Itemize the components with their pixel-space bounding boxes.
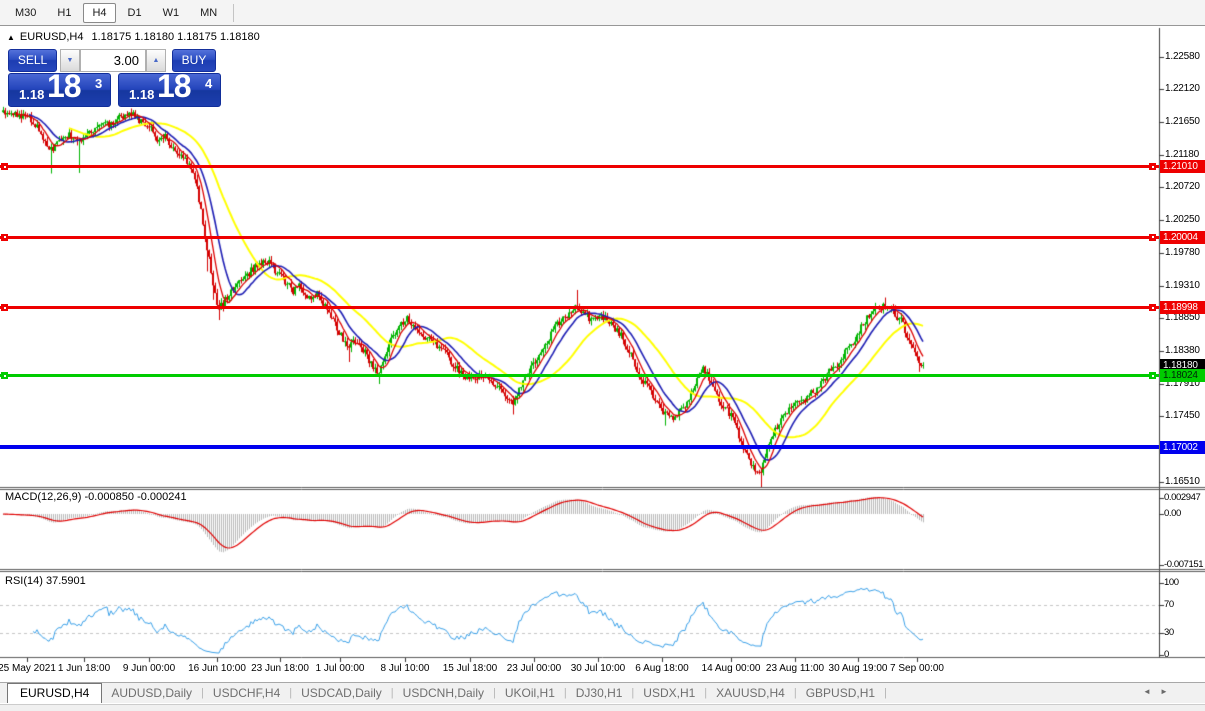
price-axis-tick: 1.17450: [1165, 410, 1200, 422]
time-axis-label: 30 Jul 10:00: [571, 663, 626, 674]
chart-tab-eurusd-h4[interactable]: EURUSD,H4: [7, 683, 102, 703]
toolbar-divider: [233, 4, 234, 22]
chart-ohlc-values: 1.18175 1.18180 1.18175 1.18180: [92, 31, 260, 43]
time-axis-label: 1 Jun 18:00: [58, 663, 110, 674]
time-axis-label: 8 Jul 10:00: [381, 663, 430, 674]
time-axis-label: 14 Aug 00:00: [702, 663, 761, 674]
horizontal-line-1-20004[interactable]: [0, 236, 1159, 239]
time-axis-label: 7 Sep 00:00: [890, 663, 944, 674]
timeframe-button-mn[interactable]: MN: [191, 3, 226, 23]
chart-tab-dj30-h1[interactable]: DJ30,H1: [567, 683, 632, 703]
timeframe-button-h1[interactable]: H1: [48, 3, 80, 23]
rsi-axis-label: 0: [1164, 649, 1169, 661]
line-handle[interactable]: [1, 304, 8, 311]
chart-tab-usdx-h1[interactable]: USDX,H1: [634, 683, 704, 703]
price-axis-tick: 1.21650: [1165, 116, 1200, 128]
chart-tab-usdcad-daily[interactable]: USDCAD,Daily: [292, 683, 391, 703]
timeframe-button-w1[interactable]: W1: [154, 3, 189, 23]
line-handle[interactable]: [1, 163, 8, 170]
horizontal-line-1-17002[interactable]: [0, 445, 1159, 449]
timeframe-button-m30[interactable]: M30: [6, 3, 45, 23]
time-axis-label: 23 Aug 11:00: [766, 663, 824, 674]
time-axis-label: 23 Jun 18:00: [251, 663, 309, 674]
price-line-tag: 1.21010: [1160, 160, 1205, 173]
sell-price-box[interactable]: 1.18 18 3: [8, 73, 111, 107]
chart-tab-gbpusd-h1[interactable]: GBPUSD,H1: [797, 683, 884, 703]
sell-price-pip: 3: [95, 76, 102, 91]
price-line-tag: 1.18024: [1160, 369, 1205, 382]
macd-axis-label: 0.00: [1164, 508, 1181, 520]
timeframe-toolbar: M30H1H4D1W1MN: [0, 0, 1205, 26]
chart-tab-usdcnh-daily[interactable]: USDCNH,Daily: [394, 683, 493, 703]
price-axis-tick: 1.20720: [1165, 181, 1200, 193]
price-axis-tick: 1.20250: [1165, 214, 1200, 226]
price-axis-tick: 1.22120: [1165, 83, 1200, 95]
rsi-axis-label: 30: [1164, 627, 1174, 639]
horizontal-line-1-18024[interactable]: [0, 374, 1159, 377]
line-handle[interactable]: [1149, 163, 1156, 170]
collapse-arrow-icon[interactable]: ▲: [7, 33, 15, 42]
tab-separator: |: [884, 683, 887, 703]
chart-tab-audusd-daily[interactable]: AUDUSD,Daily: [102, 683, 201, 703]
chart-tab-ukoil-h1[interactable]: UKOil,H1: [496, 683, 564, 703]
price-axis-tick: 1.21180: [1165, 149, 1199, 161]
price-axis-tick: 1.16510: [1165, 476, 1200, 488]
macd-axis-label: -0.007151: [1164, 559, 1203, 571]
timeframe-button-d1[interactable]: D1: [119, 3, 151, 23]
chart-symbol-title: EURUSD,H4: [20, 31, 84, 43]
time-axis-label: 25 May 2021: [0, 663, 56, 674]
buy-price-pip: 4: [205, 76, 212, 91]
sell-price-big: 18: [47, 68, 81, 105]
tab-scroll-right-icon[interactable]: ►: [1160, 687, 1168, 696]
time-axis-label: 15 Jul 18:00: [443, 663, 498, 674]
sell-price-prefix: 1.18: [19, 87, 44, 102]
rsi-axis-label: 100: [1164, 577, 1179, 589]
time-axis-label: 6 Aug 18:00: [635, 663, 688, 674]
line-handle[interactable]: [1149, 234, 1156, 241]
horizontal-line-1-18998[interactable]: [0, 306, 1159, 309]
time-axis-label: 30 Aug 19:00: [829, 663, 888, 674]
chart-tab-xauusd-h4[interactable]: XAUUSD,H4: [707, 683, 794, 703]
price-axis-tick: 1.18380: [1165, 345, 1200, 357]
time-axis-label: 9 Jun 00:00: [123, 663, 175, 674]
volume-input[interactable]: [80, 49, 146, 72]
macd-indicator-label: MACD(12,26,9) -0.000850 -0.000241: [5, 491, 187, 503]
price-line-tag: 1.18998: [1160, 301, 1205, 314]
horizontal-line-1-21010[interactable]: [0, 165, 1159, 168]
status-bar: [0, 704, 1205, 711]
rsi-axis-label: 70: [1164, 599, 1174, 611]
line-handle[interactable]: [1149, 304, 1156, 311]
chart-header: ▲ EURUSD,H4 1.18175 1.18180 1.18175 1.18…: [7, 31, 260, 43]
line-handle[interactable]: [1, 234, 8, 241]
price-axis-tick: 1.22580: [1165, 51, 1200, 63]
price-line-tag: 1.20004: [1160, 231, 1205, 244]
buy-price-prefix: 1.18: [129, 87, 154, 102]
time-axis-label: 16 Jun 10:00: [188, 663, 246, 674]
chevron-up-icon: ▲: [153, 57, 160, 64]
price-axis-tick: 1.19310: [1165, 280, 1200, 292]
line-handle[interactable]: [1149, 372, 1156, 379]
chevron-down-icon: ▼: [67, 57, 74, 64]
rsi-indicator-label: RSI(14) 37.5901: [5, 575, 86, 587]
tab-scroll-left-icon[interactable]: ◄: [1143, 687, 1151, 696]
timeframe-button-h4[interactable]: H4: [83, 3, 115, 23]
price-axis-tick: 1.19780: [1165, 247, 1200, 259]
buy-price-box[interactable]: 1.18 18 4: [118, 73, 221, 107]
price-line-tag: 1.17002: [1160, 441, 1205, 454]
time-axis-label: 1 Jul 00:00: [316, 663, 365, 674]
chart-tab-usdchf-h4[interactable]: USDCHF,H4: [204, 683, 289, 703]
chart-tab-bar: EURUSD,H4AUDUSD,Daily|USDCHF,H4|USDCAD,D…: [0, 682, 1205, 703]
time-axis-label: 23 Jul 00:00: [507, 663, 562, 674]
line-handle[interactable]: [1, 372, 8, 379]
buy-price-big: 18: [157, 68, 191, 105]
macd-axis-label: 0.002947: [1164, 492, 1200, 504]
